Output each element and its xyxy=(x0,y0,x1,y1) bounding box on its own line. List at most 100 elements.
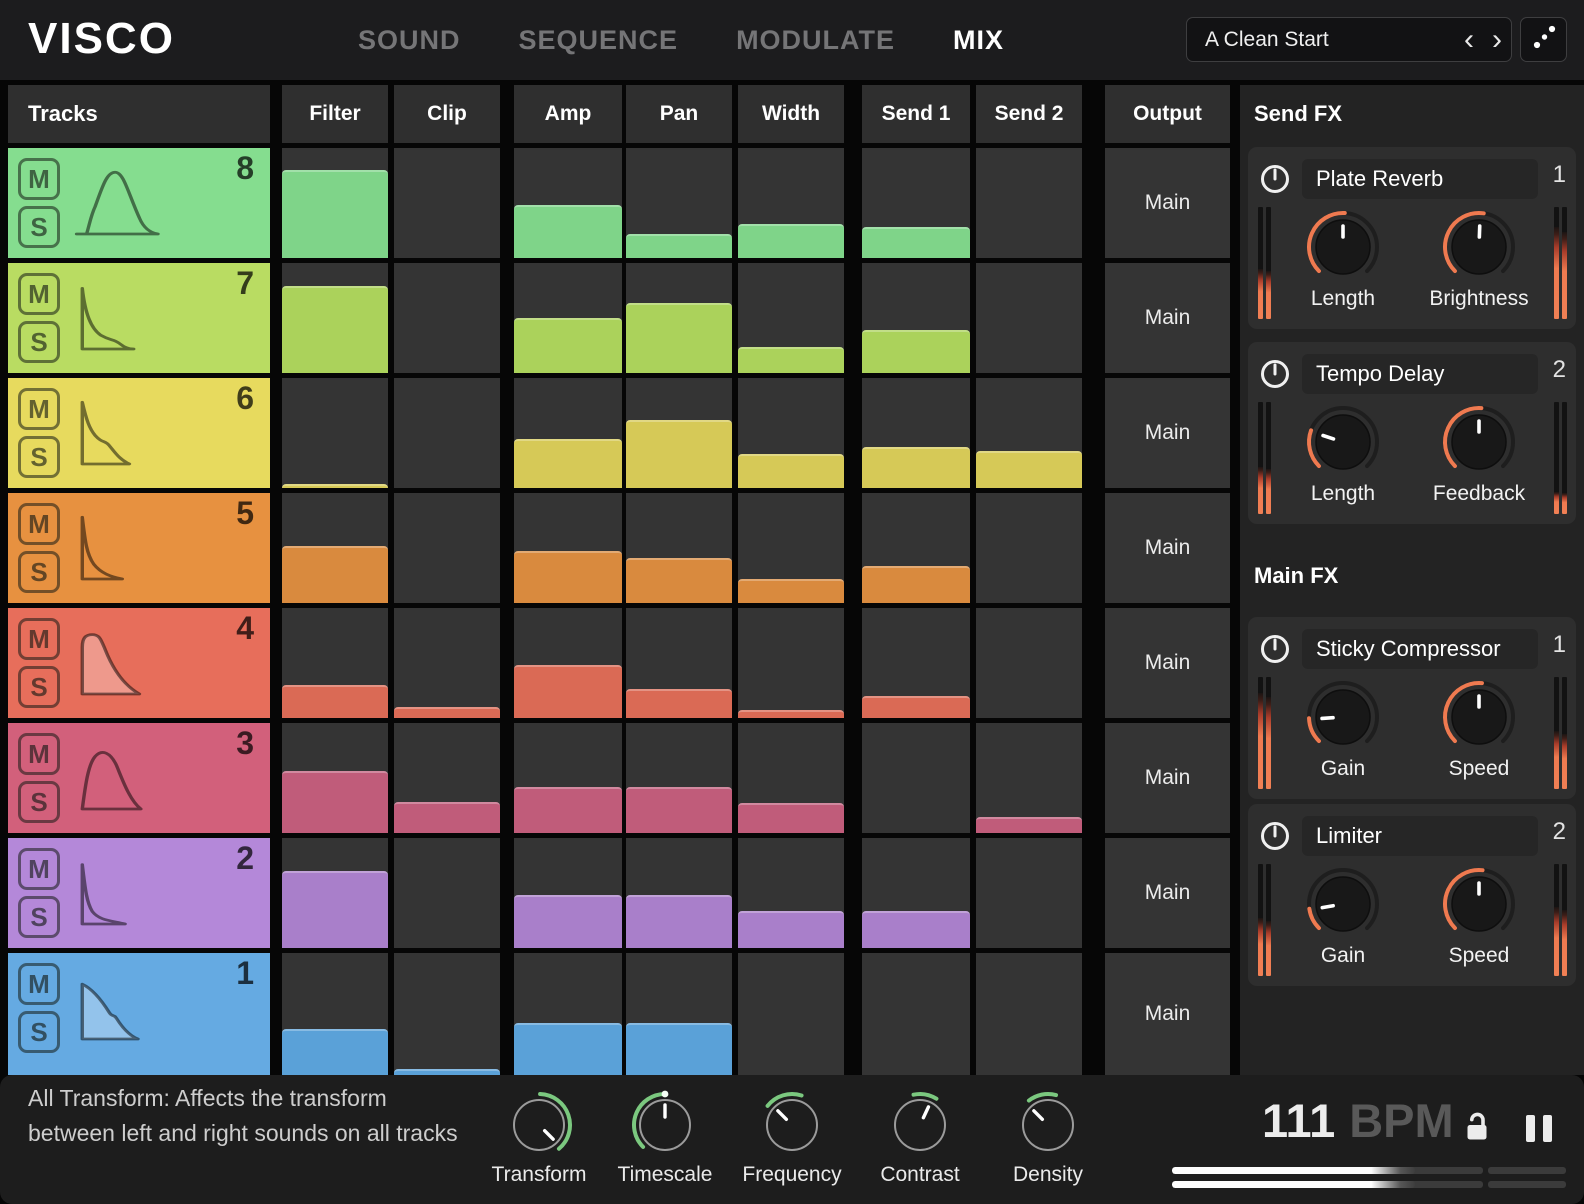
mixer-cell-track3-amp[interactable] xyxy=(514,723,622,833)
solo-button-track-7[interactable]: S xyxy=(18,321,60,363)
mute-button-track-8[interactable]: M xyxy=(18,158,60,200)
solo-button-track-3[interactable]: S xyxy=(18,781,60,823)
mixer-cell-track3-clip[interactable] xyxy=(394,723,500,833)
output-select-track7[interactable]: Main xyxy=(1105,263,1230,373)
mixer-cell-track4-amp[interactable] xyxy=(514,608,622,718)
tab-modulate[interactable]: MODULATE xyxy=(736,25,895,56)
mute-button-track-5[interactable]: M xyxy=(18,503,60,545)
fx-name-select[interactable]: Sticky Compressor xyxy=(1302,629,1538,669)
mixer-cell-track2-clip[interactable] xyxy=(394,838,500,948)
mixer-cell-track2-send1[interactable] xyxy=(862,838,970,948)
mixer-cell-track5-width[interactable] xyxy=(738,493,844,603)
mixer-cell-track6-pan[interactable] xyxy=(626,378,732,488)
mixer-cell-track3-send1[interactable] xyxy=(862,723,970,833)
mute-button-track-3[interactable]: M xyxy=(18,733,60,775)
mixer-cell-track1-width[interactable] xyxy=(738,953,844,1075)
solo-button-track-1[interactable]: S xyxy=(18,1011,60,1053)
mixer-cell-track2-width[interactable] xyxy=(738,838,844,948)
mixer-cell-track8-amp[interactable] xyxy=(514,148,622,258)
mixer-cell-track7-pan[interactable] xyxy=(626,263,732,373)
macro-knob-density[interactable] xyxy=(1010,1087,1086,1168)
mixer-cell-track5-filter[interactable] xyxy=(282,493,388,603)
solo-button-track-5[interactable]: S xyxy=(18,551,60,593)
mixer-cell-track5-amp[interactable] xyxy=(514,493,622,603)
knob-length[interactable] xyxy=(1301,400,1385,489)
knob-gain[interactable] xyxy=(1301,675,1385,764)
macro-knob-contrast[interactable] xyxy=(882,1087,958,1168)
mixer-cell-track1-send2[interactable] xyxy=(976,953,1082,1075)
mixer-cell-track4-clip[interactable] xyxy=(394,608,500,718)
mixer-cell-track6-amp[interactable] xyxy=(514,378,622,488)
mixer-cell-track4-width[interactable] xyxy=(738,608,844,718)
output-select-track3[interactable]: Main xyxy=(1105,723,1230,833)
knob-speed[interactable] xyxy=(1437,675,1521,764)
mixer-cell-track1-clip[interactable] xyxy=(394,953,500,1075)
output-select-track2[interactable]: Main xyxy=(1105,838,1230,948)
mixer-cell-track1-pan[interactable] xyxy=(626,953,732,1075)
knob-gain[interactable] xyxy=(1301,862,1385,951)
macro-knob-timescale[interactable] xyxy=(627,1087,703,1168)
tab-sequence[interactable]: SEQUENCE xyxy=(519,25,679,56)
mixer-cell-track7-clip[interactable] xyxy=(394,263,500,373)
output-select-track5[interactable]: Main xyxy=(1105,493,1230,603)
solo-button-track-4[interactable]: S xyxy=(18,666,60,708)
mixer-cell-track8-filter[interactable] xyxy=(282,148,388,258)
mute-button-track-6[interactable]: M xyxy=(18,388,60,430)
macro-knob-frequency[interactable] xyxy=(754,1087,830,1168)
power-button[interactable] xyxy=(1256,354,1294,397)
mixer-cell-track7-amp[interactable] xyxy=(514,263,622,373)
mixer-cell-track3-pan[interactable] xyxy=(626,723,732,833)
mixer-cell-track5-send2[interactable] xyxy=(976,493,1082,603)
mixer-cell-track6-send2[interactable] xyxy=(976,378,1082,488)
mixer-cell-track6-clip[interactable] xyxy=(394,378,500,488)
preset-prev-button[interactable]: ‹ xyxy=(1455,20,1483,60)
preset-selector[interactable]: A Clean Start ‹ › xyxy=(1186,17,1512,62)
mixer-cell-track7-filter[interactable] xyxy=(282,263,388,373)
knob-length[interactable] xyxy=(1301,205,1385,294)
knob-feedback[interactable] xyxy=(1437,400,1521,489)
mixer-cell-track3-send2[interactable] xyxy=(976,723,1082,833)
mute-button-track-2[interactable]: M xyxy=(18,848,60,890)
mixer-cell-track4-send1[interactable] xyxy=(862,608,970,718)
mixer-cell-track7-send1[interactable] xyxy=(862,263,970,373)
power-button[interactable] xyxy=(1256,816,1294,859)
tempo-lock-button[interactable] xyxy=(1460,1109,1494,1148)
mixer-cell-track4-send2[interactable] xyxy=(976,608,1082,718)
solo-button-track-2[interactable]: S xyxy=(18,896,60,938)
mixer-cell-track8-pan[interactable] xyxy=(626,148,732,258)
tab-sound[interactable]: SOUND xyxy=(358,25,461,56)
tempo-display[interactable]: 111 BPM xyxy=(1262,1093,1454,1148)
mixer-cell-track2-send2[interactable] xyxy=(976,838,1082,948)
mixer-cell-track7-send2[interactable] xyxy=(976,263,1082,373)
mixer-cell-track8-clip[interactable] xyxy=(394,148,500,258)
output-select-track1[interactable]: Main xyxy=(1105,953,1230,1075)
output-select-track8[interactable]: Main xyxy=(1105,148,1230,258)
mixer-cell-track6-send1[interactable] xyxy=(862,378,970,488)
mixer-cell-track6-filter[interactable] xyxy=(282,378,388,488)
mixer-cell-track2-amp[interactable] xyxy=(514,838,622,948)
solo-button-track-8[interactable]: S xyxy=(18,206,60,248)
fx-name-select[interactable]: Tempo Delay xyxy=(1302,354,1538,394)
tab-mix[interactable]: MIX xyxy=(953,25,1004,56)
mute-button-track-1[interactable]: M xyxy=(18,963,60,1005)
mixer-cell-track1-filter[interactable] xyxy=(282,953,388,1075)
mixer-cell-track4-filter[interactable] xyxy=(282,608,388,718)
preset-next-button[interactable]: › xyxy=(1483,20,1511,60)
power-button[interactable] xyxy=(1256,629,1294,672)
mixer-cell-track5-clip[interactable] xyxy=(394,493,500,603)
mixer-cell-track5-send1[interactable] xyxy=(862,493,970,603)
macro-knob-transform[interactable] xyxy=(501,1087,577,1168)
mixer-cell-track3-filter[interactable] xyxy=(282,723,388,833)
randomize-button[interactable] xyxy=(1520,17,1567,62)
mixer-cell-track2-filter[interactable] xyxy=(282,838,388,948)
mixer-cell-track1-send1[interactable] xyxy=(862,953,970,1075)
output-select-track4[interactable]: Main xyxy=(1105,608,1230,718)
mixer-cell-track8-width[interactable] xyxy=(738,148,844,258)
mixer-cell-track1-amp[interactable] xyxy=(514,953,622,1075)
bpm-value[interactable]: 111 xyxy=(1262,1093,1335,1148)
pause-button[interactable] xyxy=(1526,1115,1552,1142)
mixer-cell-track6-width[interactable] xyxy=(738,378,844,488)
mixer-cell-track7-width[interactable] xyxy=(738,263,844,373)
mixer-cell-track8-send1[interactable] xyxy=(862,148,970,258)
mixer-cell-track4-pan[interactable] xyxy=(626,608,732,718)
